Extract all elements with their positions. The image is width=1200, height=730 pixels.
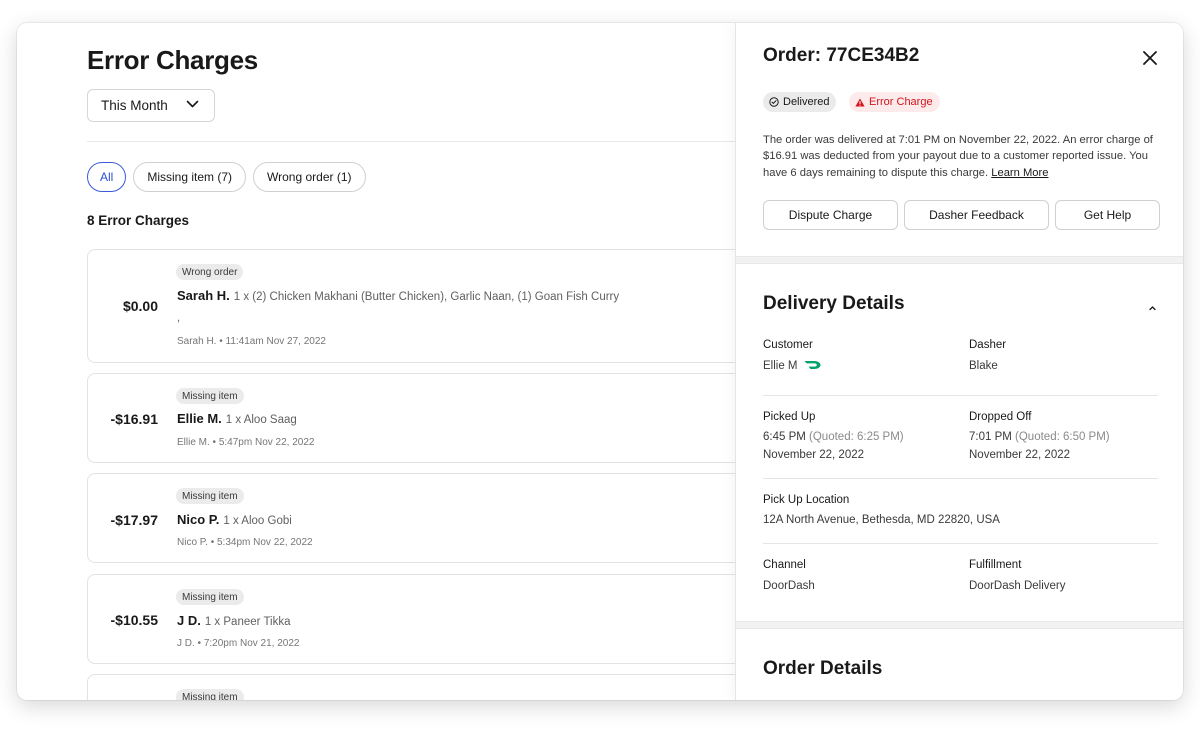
picked-up-label: Picked Up — [763, 411, 816, 423]
charge-customer-line: Sarah H. 1 x (2) Chicken Makhani (Butter … — [177, 288, 619, 303]
charge-meta: J D. • 7:20pm Nov 21, 2022 — [177, 638, 300, 649]
fulfillment-label: Fulfillment — [969, 559, 1022, 571]
charge-description: The order was delivered at 7:01 PM on No… — [763, 132, 1163, 181]
delivery-details-title: Delivery Details — [763, 293, 905, 314]
filter-chips: All Missing item (7) Wrong order (1) — [87, 162, 366, 192]
charge-description-text: The order was delivered at 7:01 PM on No… — [763, 134, 1153, 179]
dispute-charge-button[interactable]: Dispute Charge — [763, 200, 898, 230]
divider — [763, 543, 1158, 544]
chevron-down-icon — [186, 100, 199, 108]
status-badge-label: Delivered — [783, 96, 830, 108]
divider — [763, 395, 1158, 396]
charge-type-tag: Missing item — [176, 589, 244, 605]
charge-meta: Nico P. • 5:34pm Nov 22, 2022 — [177, 537, 313, 548]
divider — [87, 141, 735, 142]
charge-type-tag: Missing item — [176, 388, 244, 404]
charge-type-tag: Wrong order — [176, 264, 244, 280]
warning-icon — [855, 98, 865, 106]
page-title: Error Charges — [87, 45, 258, 75]
close-icon[interactable] — [1140, 48, 1160, 68]
charge-type-tag: Missing item — [176, 488, 244, 504]
customer-value: Ellie M — [763, 360, 821, 372]
filter-chip-wrong-order[interactable]: Wrong order (1) — [253, 162, 366, 192]
learn-more-link[interactable]: Learn More — [991, 167, 1048, 179]
channel-value: DoorDash — [763, 580, 815, 592]
order-items: 1 x Aloo Saag — [225, 414, 297, 426]
charge-meta: Sarah H. • 11:41am Nov 27, 2022 — [177, 336, 326, 347]
error-charges-list-pane: Error Charges This Month All Missing ite… — [17, 23, 735, 700]
dasher-label: Dasher — [969, 339, 1007, 351]
order-detail-panel: Order: 77CE34B2 Delivered Error Charge T… — [735, 23, 1183, 700]
error-charge-badge-label: Error Charge — [869, 96, 933, 108]
charge-meta: Ellie M. • 5:47pm Nov 22, 2022 — [177, 437, 315, 448]
customer-name: Ellie M. — [177, 411, 222, 426]
status-badge: Delivered — [763, 92, 837, 112]
check-circle-icon — [769, 97, 779, 107]
charge-customer-line: Nico P. 1 x Aloo Gobi — [177, 512, 292, 527]
customer-name: Sarah H. — [177, 288, 230, 303]
error-charge-card[interactable]: Missing item — [87, 674, 735, 700]
charge-amount: $0.00 — [122, 298, 158, 314]
dropped-off-label: Dropped Off — [969, 411, 1032, 423]
charge-amount: -$16.91 — [110, 411, 158, 427]
order-items-overflow: , — [177, 312, 181, 324]
charge-amount: -$17.97 — [110, 512, 158, 528]
order-items: 1 x Aloo Gobi — [223, 515, 292, 527]
dropped-off-time: 7:01 PM (Quoted: 6:50 PM) — [969, 431, 1110, 443]
charge-customer-line: Ellie M. 1 x Aloo Saag — [177, 411, 297, 426]
dropped-off-time-value: 7:01 PM — [969, 431, 1012, 443]
charge-customer-line: J D. 1 x Paneer Tikka — [177, 613, 291, 628]
charge-amount: -$10.55 — [110, 612, 158, 628]
error-charge-card[interactable]: -$17.97 Missing item Nico P. 1 x Aloo Gob… — [87, 473, 735, 563]
picked-up-time: 6:45 PM (Quoted: 6:25 PM) — [763, 431, 904, 443]
get-help-button[interactable]: Get Help — [1055, 200, 1160, 230]
period-dropdown-value: This Month — [101, 98, 168, 113]
order-items: 1 x Paneer Tikka — [204, 616, 291, 628]
filter-chip-all[interactable]: All — [87, 162, 127, 192]
pickup-location-label: Pick Up Location — [763, 494, 850, 506]
customer-name-value: Ellie M — [763, 360, 798, 372]
channel-label: Channel — [763, 559, 806, 571]
picked-up-date: November 22, 2022 — [763, 449, 865, 461]
charge-type-tag: Missing item — [176, 689, 244, 700]
error-charges-count: 8 Error Charges — [87, 213, 190, 228]
dropped-off-date: November 22, 2022 — [969, 449, 1071, 461]
dropped-off-quoted: (Quoted: 6:50 PM) — [1015, 431, 1110, 443]
fulfillment-value: DoorDash Delivery — [969, 580, 1066, 592]
order-details-title: Order Details — [763, 658, 883, 679]
filter-chip-missing-item[interactable]: Missing item (7) — [133, 162, 247, 192]
error-charge-card[interactable]: -$10.55 Missing item J D. 1 x Paneer Tikk… — [87, 574, 735, 664]
picked-up-time-value: 6:45 PM — [763, 431, 806, 443]
customer-label: Customer — [763, 339, 813, 351]
customer-name: Nico P. — [177, 512, 220, 527]
order-items: 1 x (2) Chicken Makhani (Butter Chicken)… — [233, 291, 620, 303]
pickup-location-value: 12A North Avenue, Bethesda, MD 22820, US… — [763, 514, 1000, 526]
error-charge-badge: Error Charge — [849, 92, 940, 112]
error-charge-card[interactable]: $0.00 Wrong order Sarah H. 1 x (2) Chicke… — [87, 249, 735, 363]
app-window: Error Charges This Month All Missing ite… — [17, 23, 1183, 700]
chevron-up-icon[interactable] — [1148, 305, 1157, 311]
section-divider — [736, 621, 1183, 629]
dashpass-icon — [804, 360, 821, 369]
period-dropdown[interactable]: This Month — [87, 89, 215, 122]
dasher-value: Blake — [969, 360, 998, 372]
error-charge-card[interactable]: -$16.91 Missing item Ellie M. 1 x Aloo Sa… — [87, 373, 735, 463]
customer-name: J D. — [177, 613, 201, 628]
divider — [763, 478, 1158, 479]
picked-up-quoted: (Quoted: 6:25 PM) — [809, 431, 904, 443]
section-divider — [736, 256, 1183, 264]
dasher-feedback-button[interactable]: Dasher Feedback — [904, 200, 1049, 230]
order-title: Order: 77CE34B2 — [763, 45, 920, 66]
